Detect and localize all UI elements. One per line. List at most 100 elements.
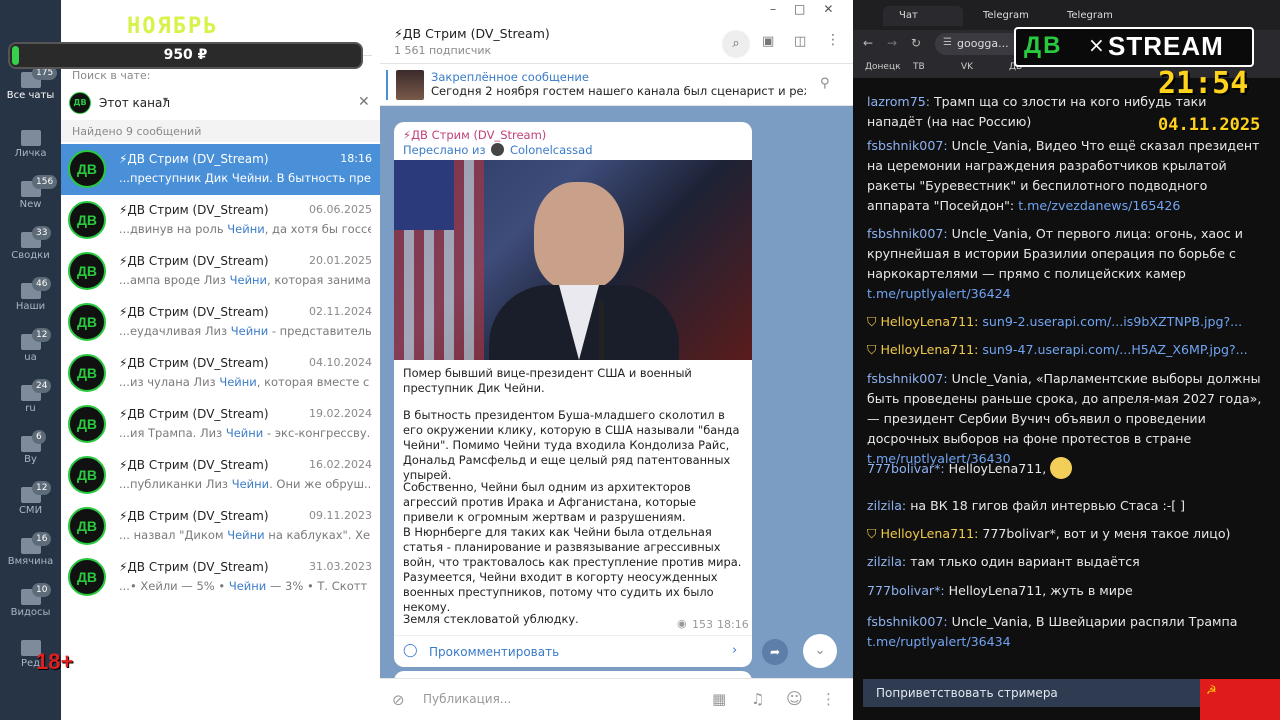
search-result-row[interactable]: ДВ ⚡ДВ Стрим (DV_Stream) 06.06.2025 ...двин… xyxy=(61,195,380,246)
channel-filter-avatar: ДВ xyxy=(69,92,91,114)
browser-tab[interactable]: Telegram xyxy=(1051,6,1131,26)
preview-highlight: Чейни xyxy=(231,477,270,491)
reload-icon[interactable]: ↻ xyxy=(911,36,921,50)
chat-link[interactable]: t.me/ruptlyalert/36424 xyxy=(867,286,1011,301)
bookmark-item[interactable]: VK xyxy=(961,62,973,72)
flag-stars xyxy=(394,160,454,230)
result-date: 31.03.2023 xyxy=(309,560,372,573)
chat-username[interactable]: fsbshnik007: xyxy=(867,614,948,629)
preview-before: ...из чулана Лиз xyxy=(119,375,220,389)
result-channel-name: ⚡ДВ Стрим (DV_Stream) xyxy=(119,356,269,370)
pinned-message-bar[interactable]: Закреплённое сообщение Сегодня 2 ноября … xyxy=(380,64,853,106)
chat-username[interactable]: zilzila: xyxy=(867,498,906,513)
chat-username[interactable]: fsbshnik007: xyxy=(867,371,948,386)
chat-username[interactable]: 777bolivar*: xyxy=(867,461,945,476)
post-author[interactable]: ⚡ДВ Стрим (DV_Stream) xyxy=(403,128,546,142)
chat-username[interactable]: zilzila: xyxy=(867,554,906,569)
search-result-row[interactable]: ДВ ⚡ДВ Стрим (DV_Stream) 31.03.2023 ...• Хе… xyxy=(61,552,380,603)
rail-item-2[interactable]: Личка xyxy=(0,124,61,174)
bookmark-item[interactable]: ТВ xyxy=(913,62,925,72)
chat-text: там тлько один вариант выдаётся xyxy=(910,554,1140,569)
search-result-row[interactable]: ДВ ⚡ДВ Стрим (DV_Stream) 09.11.2023 ... наз… xyxy=(61,501,380,552)
forward-icon[interactable]: → xyxy=(887,36,897,50)
result-preview: ...двинув на роль Чейни, да хотя бы госс… xyxy=(119,222,371,236)
preview-highlight: Чейни xyxy=(230,324,269,338)
chat-username[interactable]: HelloyLena711: xyxy=(880,342,978,357)
chat-username[interactable]: fsbshnik007: xyxy=(867,226,948,241)
maximize-icon[interactable]: □ xyxy=(794,2,823,16)
chat-username[interactable]: HelloyLena711: xyxy=(880,314,978,329)
search-result-row[interactable]: ДВ ⚡ДВ Стрим (DV_Stream) 20.01.2025 ...ампа… xyxy=(61,246,380,297)
browser-tab[interactable]: Чат xyxy=(883,6,963,26)
rail-item-9[interactable]: СМИ 12 xyxy=(0,481,61,531)
rail-item-3[interactable]: New 156 xyxy=(0,175,61,225)
search-result-row[interactable]: ДВ ⚡ДВ Стрим (DV_Stream) 02.11.2024 ...еуда… xyxy=(61,297,380,348)
search-in-chat-label: Поиск в чате: xyxy=(72,69,151,82)
rail-item-7[interactable]: ru 24 xyxy=(0,379,61,429)
stream-logo-divider: × xyxy=(1088,33,1105,57)
close-icon[interactable]: ✕ xyxy=(358,94,370,110)
chat-username[interactable]: HelloyLena711: xyxy=(880,526,978,541)
attach-icon[interactable]: ⊘ xyxy=(392,691,405,709)
chat-username[interactable]: fsbshnik007: xyxy=(867,138,948,153)
result-channel-name: ⚡ДВ Стрим (DV_Stream) xyxy=(119,152,269,166)
browser-tab[interactable]: Telegram xyxy=(967,6,1047,26)
bell-icon[interactable]: ♫ xyxy=(751,690,764,708)
result-preview: ...ампа вроде Лиз Чейни, которая занима.… xyxy=(119,273,371,287)
search-icon[interactable]: ⌕ xyxy=(722,30,750,58)
preview-after: - экс-конгрессву... xyxy=(263,426,371,440)
channel-avatar: ДВ xyxy=(68,456,106,494)
search-result-row[interactable]: ДВ ⚡ДВ Стрим (DV_Stream) 04.10.2024 ...из ч… xyxy=(61,348,380,399)
rail-item-6[interactable]: ua 12 xyxy=(0,328,61,378)
window-close-icon[interactable]: ✕ xyxy=(823,2,851,16)
rail-item-5[interactable]: Наши 46 xyxy=(0,277,61,327)
rail-item-8[interactable]: By 6 xyxy=(0,430,61,480)
rail-item-4[interactable]: Сводки 33 xyxy=(0,226,61,276)
rail-badge: 10 xyxy=(32,583,52,597)
chat-message: ⛉ HelloyLena711: sun9-47.userapi.com/...… xyxy=(867,340,1263,360)
preview-highlight: Чейни xyxy=(229,273,268,287)
preview-before: ...• Хейли — 5% • xyxy=(119,579,229,593)
result-preview: ...преступник Дик Чейни. В бытность пре.… xyxy=(119,171,371,185)
back-icon[interactable]: ← xyxy=(863,36,873,50)
sidebar-toggle-icon[interactable]: ◫ xyxy=(794,34,806,49)
channel-avatar: ДВ xyxy=(68,201,106,239)
post-photo[interactable] xyxy=(394,160,752,360)
chat-link[interactable]: sun9-47.userapi.com/...H5AZ_X6MP.jpg?... xyxy=(982,342,1247,357)
rail-item-1[interactable]: Все чаты 175 xyxy=(0,66,61,116)
search-result-row[interactable]: ДВ ⚡ДВ Стрим (DV_Stream) 16.02.2024 ...публ… xyxy=(61,450,380,501)
chat-link[interactable]: t.me/zvezdanews/165426 xyxy=(1018,198,1180,213)
live-stream-icon[interactable]: ▣ xyxy=(762,34,774,49)
chat-username[interactable]: lazrom75: xyxy=(867,94,930,109)
composer: ⊘ Публикация... ▦ ♫ ☺ ⋮ xyxy=(380,678,853,720)
chat-text: Uncle_Vania, В Швейцарии распяли Трампа xyxy=(951,614,1238,629)
more-icon[interactable]: ⋮ xyxy=(821,690,836,708)
rail-item-10[interactable]: Вмячина 16 xyxy=(0,532,61,582)
post-paragraph: Земля стекловатой ублюдку. xyxy=(403,612,579,626)
pinned-text: Сегодня 2 ноября гостем нашего канала бы… xyxy=(431,84,806,98)
chat-link[interactable]: sun9-2.userapi.com/...is9bXZTNPB.jpg?... xyxy=(982,314,1242,329)
chat-username[interactable]: 777bolivar*: xyxy=(867,583,945,598)
post-paragraph: В бытность президентом Буша-младшего ско… xyxy=(403,408,740,482)
rail-badge: 156 xyxy=(32,175,58,189)
share-button[interactable]: ➦ xyxy=(762,639,788,665)
scroll-down-button[interactable]: ⌄ xyxy=(803,634,837,668)
chat-title[interactable]: ⚡ДВ Стрим (DV_Stream) xyxy=(394,26,550,41)
search-result-row[interactable]: ДВ ⚡ДВ Стрим (DV_Stream) 19.02.2024 ...ия Т… xyxy=(61,399,380,450)
stream-chat-window: Чат Telegram Telegram ← → ↻ ☰ googga... До… xyxy=(853,0,1280,720)
pin-icon[interactable]: ⚲ xyxy=(820,76,830,91)
schedule-icon[interactable]: ▦ xyxy=(712,690,726,708)
rail-item-11[interactable]: Видосы 10 xyxy=(0,583,61,633)
greet-streamer-button[interactable]: Поприветствовать стримера xyxy=(863,679,1200,707)
search-result-row[interactable]: ДВ ⚡ДВ Стрим (DV_Stream) 18:16 ...преступни… xyxy=(61,144,380,195)
composer-input[interactable]: Публикация... xyxy=(423,692,511,706)
more-menu-icon[interactable]: ⋮ xyxy=(826,32,840,48)
forwarded-line[interactable]: Переслано из Colonelcassad xyxy=(403,143,593,157)
comment-button[interactable]: ◯ Прокомментировать › xyxy=(394,636,752,667)
rail-badge: 12 xyxy=(32,481,52,495)
minimize-icon[interactable]: – xyxy=(770,2,794,16)
bookmark-item[interactable]: Донецк xyxy=(865,62,901,72)
result-preview: ...ия Трампа. Лиз Чейни - экс-конгрессву… xyxy=(119,426,371,440)
chat-link[interactable]: t.me/ruptlyalert/36434 xyxy=(867,634,1011,649)
emoji-icon[interactable]: ☺ xyxy=(786,689,803,708)
